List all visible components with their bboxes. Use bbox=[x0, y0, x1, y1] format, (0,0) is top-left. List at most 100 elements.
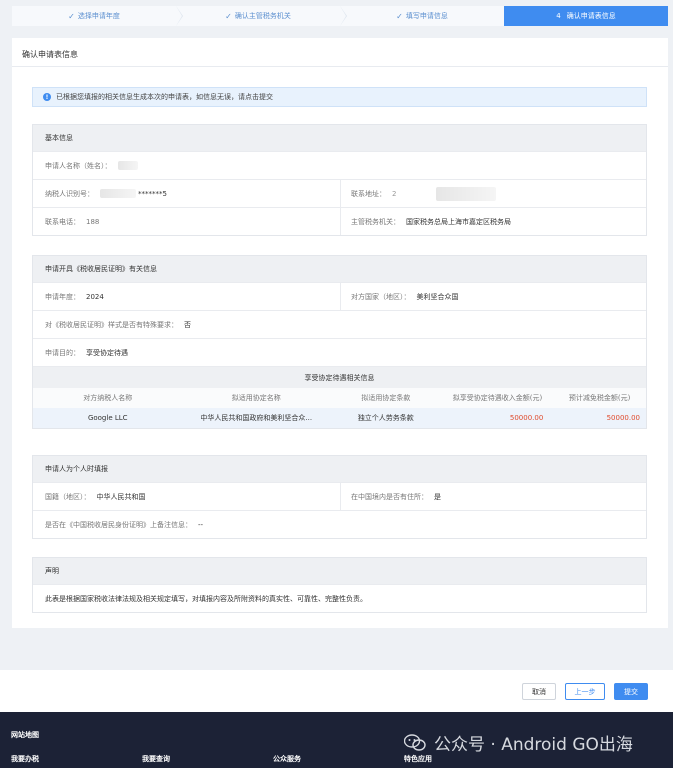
step-label: 确认主管税务机关 bbox=[234, 12, 291, 20]
application-year-field: 申请年度： 2024 bbox=[33, 283, 340, 310]
field-label: 申请人名称（姓名）： bbox=[45, 161, 112, 170]
section-heading: 基本信息 bbox=[33, 125, 646, 151]
table-cell: 中华人民共和国政府和美利坚合众... bbox=[200, 414, 313, 422]
submit-button[interactable]: 提交 bbox=[614, 683, 648, 700]
field-value: 2 bbox=[392, 189, 397, 198]
footer-link[interactable]: 特色应用 bbox=[404, 754, 432, 764]
column-header: 对方纳税人名称 bbox=[83, 394, 133, 402]
section-heading: 申请开具《税收居民证明》有关信息 bbox=[33, 256, 646, 282]
previous-step-button[interactable]: 上一步 bbox=[565, 683, 605, 700]
field-label: 联系电话： bbox=[45, 217, 80, 226]
field-label: 主管税务机关： bbox=[351, 217, 400, 226]
field-value: 国家税务总局上海市嘉定区税务局 bbox=[406, 217, 511, 226]
column-header: 预计减免税金额(元) bbox=[568, 394, 631, 402]
personal-info-section: 申请人为个人时填报 国籍（地区）： 中华人民共和国 在中国境内是否有住所： 是 … bbox=[32, 455, 647, 539]
action-bar: 取消 上一步 提交 bbox=[0, 670, 673, 712]
column-header: 拟享受协定待遇收入金额(元) bbox=[452, 394, 543, 402]
redacted-value bbox=[100, 189, 136, 198]
nationality-field: 国籍（地区）： 中华人民共和国 bbox=[33, 483, 340, 510]
column-header: 拟适用协定条款 bbox=[361, 394, 411, 402]
notice-text: 已根据您填报的相关信息生成本次的申请表，如信息无误，请点击提交 bbox=[56, 93, 273, 101]
sitemap-title: 网站地图 bbox=[11, 731, 39, 739]
check-icon: ✓ bbox=[68, 11, 75, 21]
field-value: 享受协定待遇 bbox=[86, 348, 128, 357]
form-card: 确认申请表信息 ! 已根据您填报的相关信息生成本次的申请表，如信息无误，请点击提… bbox=[12, 38, 668, 628]
treaty-subheading: 享受协定待遇相关信息 bbox=[33, 366, 646, 388]
purpose-field: 申请目的： 享受协定待遇 bbox=[33, 339, 646, 366]
field-label: 国籍（地区）： bbox=[45, 492, 91, 501]
step-number: 4 bbox=[556, 12, 561, 20]
field-label: 对《税收居民证明》样式是否有特殊要求： bbox=[45, 320, 178, 329]
redacted-value bbox=[436, 186, 497, 201]
field-value: 2024 bbox=[86, 292, 104, 301]
info-icon: ! bbox=[43, 93, 51, 101]
certificate-info-section: 申请开具《税收居民证明》有关信息 申请年度： 2024 对方国家（地区）： 美利… bbox=[32, 255, 647, 429]
field-label: 在中国境内是否有住所： bbox=[351, 492, 428, 501]
section-heading: 声明 bbox=[33, 558, 646, 584]
column-header: 拟适用协定名称 bbox=[231, 394, 281, 402]
info-row: 是否在《中国税收居民身份证明》上备注信息： -- bbox=[33, 510, 646, 538]
page-title: 确认申请表信息 bbox=[22, 50, 78, 59]
field-value: 美利坚合众国 bbox=[416, 292, 459, 301]
divider bbox=[12, 66, 668, 67]
treaty-table-header: 对方纳税人名称 拟适用协定名称 拟适用协定条款 拟享受协定待遇收入金额(元) 预… bbox=[33, 388, 646, 408]
check-icon: ✓ bbox=[396, 11, 403, 21]
remark-field: 是否在《中国税收居民身份证明》上备注信息： -- bbox=[33, 511, 646, 538]
applicant-name-field: 申请人名称（姓名）： bbox=[33, 152, 646, 179]
table-cell-amount: 50000.00 bbox=[509, 414, 544, 422]
step-progress: ✓ 选择申请年度 ✓ 确认主管税务机关 ✓ 填写申请信息 4 确认申请表信息 bbox=[12, 6, 668, 26]
step-fill-info: ✓ 填写申请信息 bbox=[340, 6, 504, 26]
field-value: -- bbox=[198, 520, 204, 529]
info-notice: ! 已根据您填报的相关信息生成本次的申请表，如信息无误，请点击提交 bbox=[32, 87, 647, 107]
address-field: 联系地址： 2 bbox=[340, 180, 646, 207]
info-row: 申请年度： 2024 对方国家（地区）： 美利坚合众国 bbox=[33, 282, 646, 310]
country-field: 对方国家（地区）： 美利坚合众国 bbox=[340, 283, 646, 310]
redacted-value bbox=[117, 161, 138, 170]
field-value: 188 bbox=[86, 217, 100, 226]
field-value: 否 bbox=[184, 320, 191, 329]
step-confirm-authority: ✓ 确认主管税务机关 bbox=[176, 6, 347, 26]
footer-link[interactable]: 我要办税 bbox=[11, 754, 39, 764]
info-row: 申请人名称（姓名）： bbox=[33, 151, 646, 179]
watermark: 公众号 · Android GO出海 bbox=[404, 730, 633, 755]
step-label: 确认申请表信息 bbox=[566, 12, 616, 20]
field-label: 申请年度： bbox=[45, 292, 80, 301]
info-row: 申请目的： 享受协定待遇 bbox=[33, 338, 646, 366]
basic-info-section: 基本信息 申请人名称（姓名）： 纳税人识别号： *******5 联系地址： 2… bbox=[32, 124, 647, 236]
step-label: 填写申请信息 bbox=[405, 12, 448, 20]
footer-link[interactable]: 我要查询 bbox=[142, 754, 170, 764]
cancel-button[interactable]: 取消 bbox=[522, 683, 556, 700]
field-label: 申请目的： bbox=[45, 348, 80, 357]
field-value: 是 bbox=[434, 492, 441, 501]
section-heading: 申请人为个人时填报 bbox=[33, 456, 646, 482]
field-value: *******5 bbox=[138, 189, 167, 198]
info-row: 此表是根据国家税收法律法规及相关规定填写，对填报内容及所附资料的真实性、可靠性、… bbox=[33, 584, 646, 612]
site-footer: 网站地图 我要办税 我要查询 公众服务 特色应用 公众号 · Android G… bbox=[0, 712, 673, 768]
info-row: 对《税收居民证明》样式是否有特殊要求： 否 bbox=[33, 310, 646, 338]
residence-field: 在中国境内是否有住所： 是 bbox=[340, 483, 646, 510]
field-value: 中华人民共和国 bbox=[96, 492, 146, 501]
declaration-text: 此表是根据国家税收法律法规及相关规定填写，对填报内容及所附资料的真实性、可靠性、… bbox=[45, 594, 367, 603]
wechat-icon bbox=[404, 733, 426, 751]
step-label: 选择申请年度 bbox=[77, 12, 120, 20]
table-cell-amount: 50000.00 bbox=[606, 414, 640, 422]
field-label: 对方国家（地区）： bbox=[351, 292, 411, 301]
table-cell: 独立个人劳务条款 bbox=[357, 414, 414, 422]
phone-field: 联系电话： 188 bbox=[33, 208, 340, 235]
declaration-section: 声明 此表是根据国家税收法律法规及相关规定填写，对填报内容及所附资料的真实性、可… bbox=[32, 557, 647, 613]
field-label: 联系地址： bbox=[351, 189, 386, 198]
taxpayer-id-field: 纳税人识别号： *******5 bbox=[33, 180, 340, 207]
table-row: Google LLC 中华人民共和国政府和美利坚合众... 独立个人劳务条款 5… bbox=[33, 408, 646, 428]
info-row: 国籍（地区）： 中华人民共和国 在中国境内是否有住所： 是 bbox=[33, 482, 646, 510]
field-label: 纳税人识别号： bbox=[45, 189, 94, 198]
info-row: 纳税人识别号： *******5 联系地址： 2 bbox=[33, 179, 646, 207]
tax-authority-field: 主管税务机关： 国家税务总局上海市嘉定区税务局 bbox=[340, 208, 646, 235]
table-cell: Google LLC bbox=[87, 414, 128, 422]
format-requirement-field: 对《税收居民证明》样式是否有特殊要求： 否 bbox=[33, 311, 646, 338]
step-confirm-form: 4 确认申请表信息 bbox=[504, 6, 668, 26]
watermark-text: 公众号 · Android GO出海 bbox=[434, 735, 633, 755]
footer-link[interactable]: 公众服务 bbox=[273, 754, 301, 764]
check-icon: ✓ bbox=[225, 11, 232, 21]
step-select-year: ✓ 选择申请年度 bbox=[12, 6, 183, 26]
info-row: 联系电话： 188 主管税务机关： 国家税务总局上海市嘉定区税务局 bbox=[33, 207, 646, 235]
